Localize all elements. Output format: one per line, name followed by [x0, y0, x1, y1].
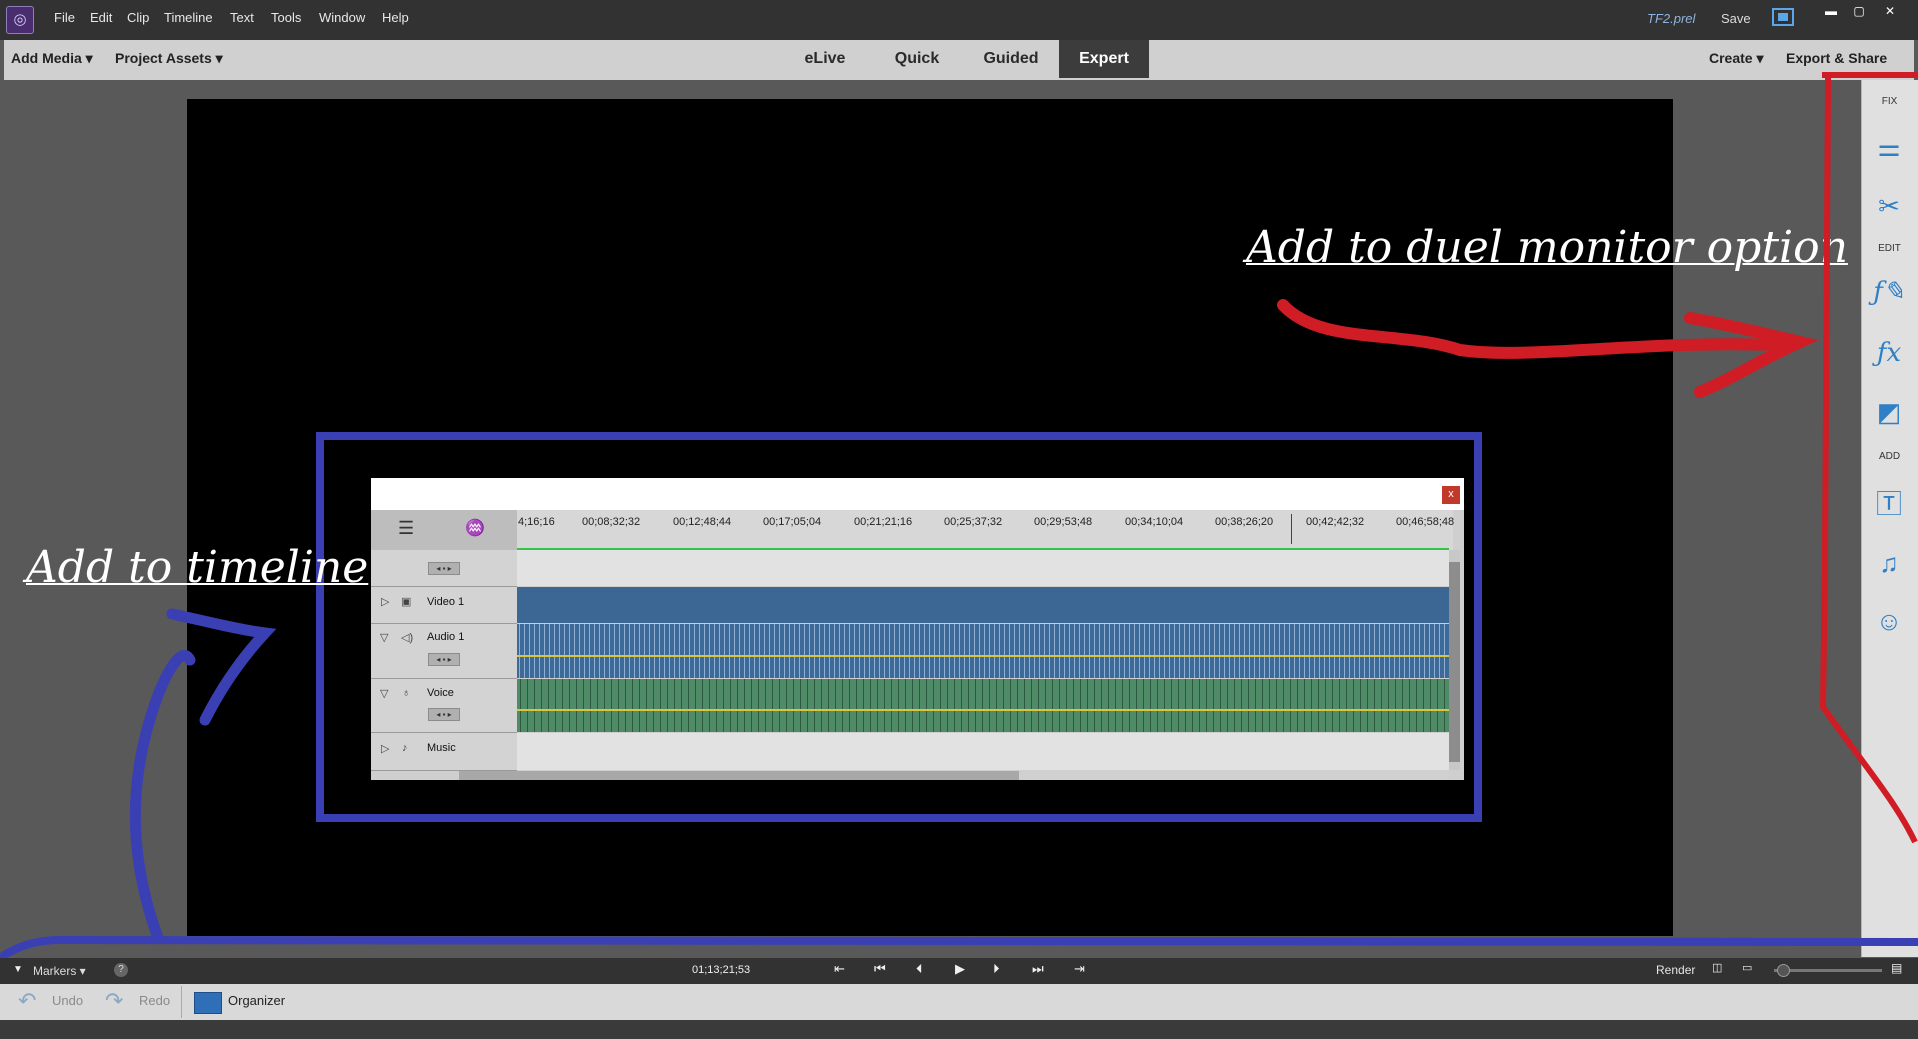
ruler-tick: 00;12;48;44	[673, 516, 732, 528]
track-controls[interactable]: ◂ ▪ ▸	[428, 653, 460, 666]
track-controls[interactable]: ◂ ▪ ▸	[428, 708, 460, 721]
red-arrow-head	[1684, 312, 1819, 398]
track-area-music[interactable]	[517, 733, 1449, 770]
track-settings-icon[interactable]: ☰	[398, 518, 414, 539]
red-bracket	[1819, 72, 1918, 844]
timeline-tool-area	[371, 510, 517, 550]
vertical-scroll-thumb[interactable]	[1449, 562, 1460, 762]
organizer-icon[interactable]	[194, 992, 222, 1014]
horizontal-scroll-thumb[interactable]	[459, 771, 1019, 780]
step-forward-icon[interactable]: ⏵	[993, 961, 1000, 977]
blue-arrow-shaft	[129, 650, 196, 944]
audio-clip[interactable]	[517, 624, 1449, 678]
audio-waveform-icon[interactable]: ♒	[465, 518, 485, 538]
go-to-end-icon[interactable]: ⇥	[1074, 961, 1085, 977]
blue-underline	[0, 935, 1918, 962]
red-arrow-shaft	[1277, 299, 1786, 359]
play-icon[interactable]: ▶	[955, 961, 965, 977]
markers-toggle-icon[interactable]: ▼	[13, 964, 23, 975]
action-bar-divider	[181, 986, 182, 1018]
ruler-tick: 00;21;21;16	[854, 516, 913, 528]
track-name-music: Music	[427, 742, 456, 754]
expand-timeline-icon[interactable]: ▤	[1891, 961, 1902, 975]
current-timecode: 01;13;21;53	[692, 964, 751, 976]
blue-arrow-head	[166, 608, 277, 726]
track-controls[interactable]: ◂ ▪ ▸	[428, 562, 460, 575]
timeline-annotation: Add to timeline	[26, 542, 369, 593]
timeline-view-icon[interactable]: ◫	[1712, 961, 1722, 974]
bottom-strip	[0, 1020, 1918, 1039]
playhead[interactable]	[1291, 514, 1292, 544]
track-name-voice: Voice	[427, 687, 454, 699]
ruler-tick: 00;17;05;04	[763, 516, 822, 528]
track-name-video: Video 1	[427, 596, 465, 608]
track-area-top[interactable]	[517, 550, 1449, 586]
voice-clip[interactable]	[517, 679, 1449, 732]
ruler-tick: 00;29;53;48	[1034, 516, 1093, 528]
action-bar	[0, 984, 1918, 1020]
go-to-beginning-icon[interactable]: ⇤	[834, 961, 845, 977]
zoom-slider-handle[interactable]	[1777, 964, 1790, 977]
organizer-button[interactable]: Organizer	[228, 993, 285, 1008]
ruler-tick: 4;16;16	[518, 516, 555, 528]
audio-volume-line[interactable]	[517, 655, 1449, 657]
speaker-icon: ◁)	[401, 632, 414, 644]
ruler-tick: 00;46;58;48	[1396, 516, 1455, 528]
go-to-next-edit-icon[interactable]: ⏭	[1032, 961, 1044, 977]
timeline-zoom-slider[interactable]	[1774, 969, 1882, 972]
redo-button[interactable]: Redo	[139, 993, 170, 1008]
ruler-tick: 00;38;26;20	[1215, 516, 1274, 528]
redo-icon[interactable]: ↷	[105, 988, 123, 1014]
expand-video-icon[interactable]: ▷	[381, 595, 389, 608]
markers-label: Markers	[33, 964, 77, 978]
ruler-tick: 00;42;42;32	[1306, 516, 1365, 528]
video-track-icon: ▣	[401, 596, 412, 608]
track-name-audio: Audio 1	[427, 631, 465, 643]
music-note-icon: ♪	[402, 742, 408, 754]
step-back-icon[interactable]: ⏴	[916, 961, 923, 977]
go-to-previous-edit-icon[interactable]: ⏮	[874, 961, 886, 977]
undo-icon[interactable]: ↶	[18, 988, 36, 1014]
timeline-close-icon[interactable]: x	[1442, 486, 1460, 504]
video-clip[interactable]	[517, 587, 1449, 623]
voice-volume-line[interactable]	[517, 709, 1449, 711]
undo-button[interactable]: Undo	[52, 993, 83, 1008]
ruler-tick: 00;34;10;04	[1125, 516, 1184, 528]
fit-timeline-icon[interactable]: ▭	[1742, 961, 1752, 974]
timeline-top-bar	[371, 478, 1464, 510]
microphone-icon: ♁	[402, 687, 411, 699]
markers-menu[interactable]: Markers ▾	[33, 964, 86, 978]
help-icon[interactable]: ?	[114, 963, 128, 977]
ruler-tick: 00;08;32;32	[582, 516, 641, 528]
collapse-audio-icon[interactable]: ▽	[380, 631, 388, 644]
collapse-voice-icon[interactable]: ▽	[380, 687, 388, 700]
ruler-tick: 00;25;37;32	[944, 516, 1003, 528]
expand-music-icon[interactable]: ▷	[381, 742, 389, 755]
render-button[interactable]: Render	[1656, 963, 1695, 977]
